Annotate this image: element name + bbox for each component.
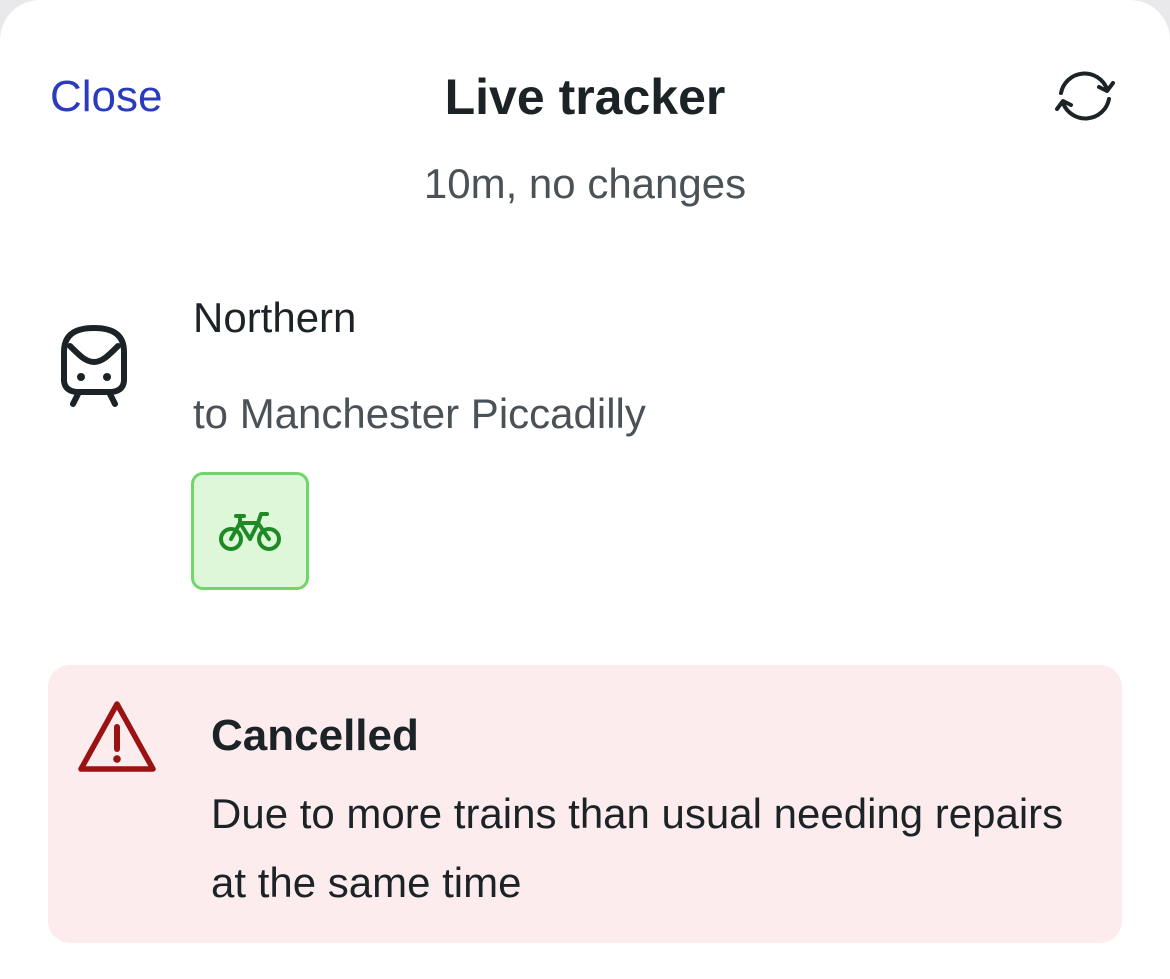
journey-summary: 10m, no changes bbox=[423, 160, 747, 207]
train-icon bbox=[52, 322, 136, 408]
alert-title: Cancelled bbox=[211, 711, 419, 760]
refresh-icon bbox=[1055, 71, 1115, 121]
train-destination: to Manchester Piccadilly bbox=[193, 390, 646, 437]
page-title: Live tracker bbox=[444, 69, 726, 125]
live-tracker-sheet: Close Live tracker 10m, no changes North… bbox=[0, 0, 1170, 979]
alert-message: Due to more trains than usual needing re… bbox=[211, 790, 1064, 906]
train-operator: Northern bbox=[193, 294, 357, 341]
refresh-button[interactable] bbox=[1050, 66, 1120, 126]
bicycle-badge bbox=[191, 472, 309, 590]
warning-icon bbox=[76, 699, 158, 775]
close-button[interactable]: Close bbox=[50, 70, 163, 124]
cancellation-alert: Cancelled Due to more trains than usual … bbox=[48, 665, 1122, 943]
bicycle-icon bbox=[219, 512, 281, 551]
